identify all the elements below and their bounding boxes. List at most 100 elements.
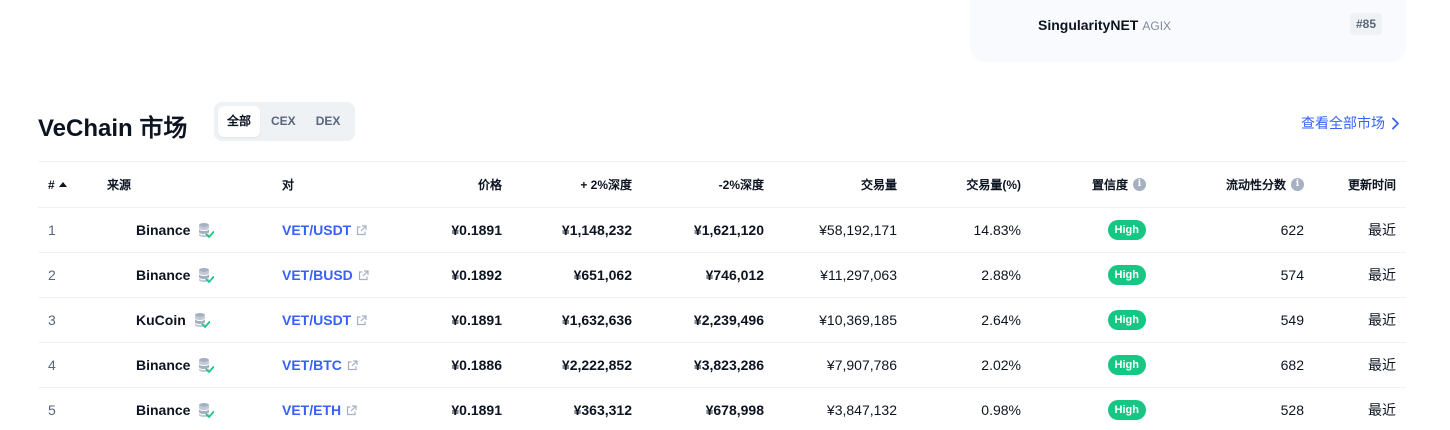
row-confidence: High [1107,388,1146,430]
col-source[interactable]: 来源 [107,162,131,207]
tab-all[interactable]: 全部 [218,106,261,137]
verified-exchange-icon [199,222,215,238]
row-updated: 最近 [1368,222,1396,238]
pair-link[interactable]: VET/BUSD [282,267,353,283]
row-liquidity: 549 [1280,312,1304,328]
col-rank[interactable]: # [48,162,67,207]
confidence-badge: High [1107,265,1146,285]
row-confidence: High [1107,208,1146,252]
col-pair[interactable]: 对 [282,162,294,207]
row-minus-depth: ¥746,012 [705,267,764,283]
row-rank: 4 [48,357,56,373]
col-volume-pct[interactable]: 交易量(%) [966,162,1021,207]
row-liquidity: 574 [1280,267,1304,283]
col-minus-depth[interactable]: -2%深度 [719,162,764,207]
row-source[interactable]: Binance [136,343,215,387]
row-minus-depth: ¥1,621,120 [693,222,764,238]
pair-link[interactable]: VET/USDT [282,222,351,238]
row-pair[interactable]: VET/ETH [282,388,357,430]
row-volume-pct: 2.02% [981,357,1021,373]
row-source[interactable]: Binance [136,253,215,297]
row-liquidity: 622 [1280,222,1304,238]
related-coin-card[interactable]: SingularityNET AGIX #85 [970,0,1406,62]
row-rank: 2 [48,267,56,283]
col-liquidity[interactable]: 流动性分数 i [1226,162,1304,207]
exchange-name[interactable]: Binance [136,357,190,373]
col-volume[interactable]: 交易量 [861,162,897,207]
pair-link[interactable]: VET/ETH [282,402,341,418]
view-all-markets-link[interactable]: 查看全部市场 [1301,113,1400,133]
info-icon[interactable]: i [1133,178,1146,191]
table-header: # 来源 对 价格 + 2%深度 -2%深度 交易量 交易量(%) 置信度 i 流… [38,161,1406,208]
row-liquidity: 528 [1280,402,1304,418]
row-volume-pct: 2.64% [981,312,1021,328]
table-row: 1 Binance VET/USDT ¥0.1891 ¥1,148,232 ¥1… [38,208,1406,253]
row-minus-depth: ¥3,823,286 [693,357,764,373]
col-plus-depth[interactable]: + 2%深度 [580,162,632,207]
col-price[interactable]: 价格 [478,162,502,207]
row-rank: 1 [48,222,56,238]
verified-exchange-icon [194,312,210,328]
row-source[interactable]: KuCoin [136,298,210,342]
col-updated[interactable]: 更新时间 [1348,162,1396,207]
row-price: ¥0.1891 [451,312,502,328]
row-plus-depth: ¥2,222,852 [561,357,632,373]
confidence-badge: High [1107,220,1146,240]
external-link-icon[interactable] [356,314,367,326]
row-volume-pct: 2.88% [981,267,1021,283]
verified-exchange-icon [199,357,215,373]
row-pair[interactable]: VET/USDT [282,208,367,252]
row-pair[interactable]: VET/BUSD [282,253,369,297]
confidence-badge: High [1107,400,1146,420]
confidence-badge: High [1107,310,1146,330]
external-link-icon[interactable] [356,224,367,236]
row-pair[interactable]: VET/USDT [282,298,367,342]
row-plus-depth: ¥1,632,636 [561,312,632,328]
market-type-tabs: 全部 CEX DEX [214,102,355,141]
exchange-name[interactable]: Binance [136,402,190,418]
row-volume: ¥10,369,185 [819,312,897,328]
row-volume: ¥58,192,171 [819,222,897,238]
row-updated: 最近 [1368,312,1396,328]
exchange-name[interactable]: Binance [136,222,190,238]
col-confidence[interactable]: 置信度 i [1092,162,1146,207]
table-row: 2 Binance VET/BUSD ¥0.1892 ¥651,062 ¥746… [38,253,1406,298]
external-link-icon[interactable] [346,404,357,416]
row-pair[interactable]: VET/BTC [282,343,358,387]
row-price: ¥0.1886 [451,357,502,373]
row-source[interactable]: Binance [136,388,215,430]
tab-cex[interactable]: CEX [262,106,305,137]
row-updated: 最近 [1368,402,1396,418]
confidence-badge: High [1107,355,1146,375]
pair-link[interactable]: VET/BTC [282,357,342,373]
row-rank: 5 [48,402,56,418]
chevron-right-icon [1392,117,1399,129]
table-row: 3 KuCoin VET/USDT ¥0.1891 ¥1,632,636 ¥2,… [38,298,1406,343]
row-updated: 最近 [1368,267,1396,283]
row-source[interactable]: Binance [136,208,215,252]
external-link-icon[interactable] [358,269,369,281]
row-volume: ¥7,907,786 [826,357,897,373]
exchange-name[interactable]: Binance [136,267,190,283]
row-confidence: High [1107,253,1146,297]
verified-exchange-icon [199,267,215,283]
row-confidence: High [1107,298,1146,342]
view-all-label: 查看全部市场 [1301,115,1385,131]
markets-table: # 来源 对 价格 + 2%深度 -2%深度 交易量 交易量(%) 置信度 i 流… [38,161,1406,430]
row-volume-pct: 0.98% [981,402,1021,418]
info-icon[interactable]: i [1291,178,1304,191]
row-price: ¥0.1891 [451,402,502,418]
row-price: ¥0.1892 [451,267,502,283]
related-coin-name[interactable]: SingularityNET AGIX [1038,17,1171,33]
coin-symbol: AGIX [1142,19,1172,33]
row-plus-depth: ¥1,148,232 [561,222,632,238]
table-row: 5 Binance VET/ETH ¥0.1891 ¥363,312 ¥678,… [38,388,1406,430]
row-plus-depth: ¥651,062 [573,267,632,283]
row-liquidity: 682 [1280,357,1304,373]
pair-link[interactable]: VET/USDT [282,312,351,328]
row-price: ¥0.1891 [451,222,502,238]
rank-badge: #85 [1349,13,1382,35]
tab-dex[interactable]: DEX [307,106,350,137]
exchange-name[interactable]: KuCoin [136,312,186,328]
external-link-icon[interactable] [347,359,358,371]
